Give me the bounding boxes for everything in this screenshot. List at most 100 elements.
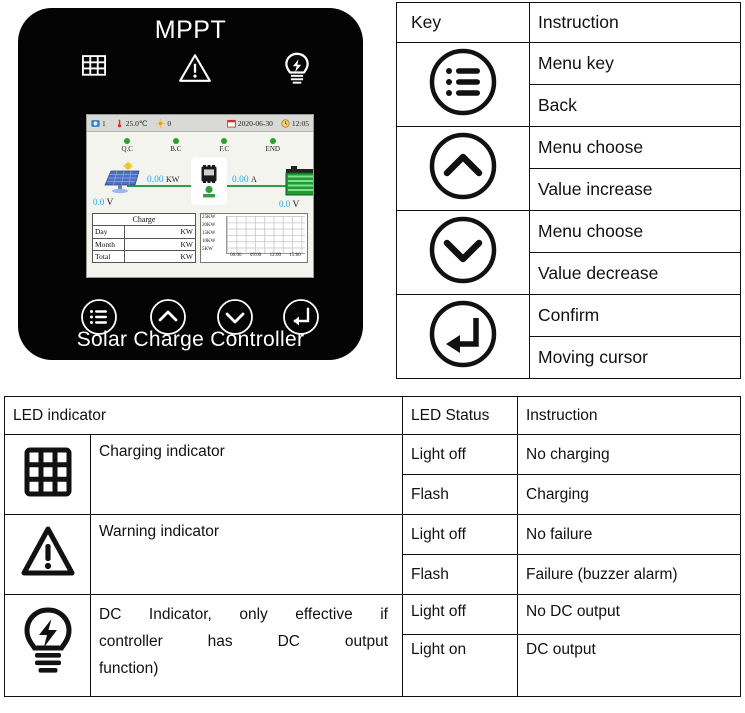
charge-day-value: KW [124, 225, 196, 239]
stage-label-end: END [265, 145, 280, 153]
led-description-dc: DC Indicator, only effective if controll… [90, 594, 403, 697]
table-row: Warning indicator Light off No failure [4, 514, 741, 595]
led-table-header-indicator: LED indicator [4, 396, 403, 435]
table-row: LED indicator LED Status Instruction [4, 396, 741, 435]
led-instruction-no-dc-output: No DC output [517, 594, 741, 635]
device-caption: Solar Charge Controller [76, 328, 305, 351]
led-instruction-no-charging: No charging [517, 434, 741, 475]
battery-current-value: 0.00 [232, 175, 249, 185]
menu-key-icon [396, 42, 530, 127]
table-row: Menu choose [396, 126, 741, 211]
charge-stage-fc: F.C [200, 138, 249, 153]
chart-xtick: 15:00 [289, 253, 301, 258]
charge-summary-table: Charge Day KW Month KW Total KW [92, 212, 196, 264]
table-row: Month KW [92, 237, 196, 251]
page-root: MPPT 1 25.0℃ 0 2020-06-30 12:05 Q.C B.C … [0, 0, 745, 713]
led-description-dc-line2: controller has DC output [99, 633, 388, 651]
device-title: MPPT [154, 16, 227, 44]
pv-voltage-value: 0.0 [93, 197, 105, 207]
key-instruction-value-decrease: Value decrease [529, 252, 741, 295]
controller-chip-icon [191, 157, 227, 205]
dc-bulb-icon [4, 594, 91, 697]
led-status-charging-off: Light off [402, 434, 518, 475]
table-row: Charging indicator Light off No charging [4, 434, 741, 515]
irradiance-value: 0 [167, 118, 172, 128]
chart-plot-area [226, 216, 305, 254]
warning-triangle-icon [178, 52, 212, 89]
time-value: 12:05 [291, 118, 309, 128]
key-table-header-key: Key [396, 2, 530, 43]
chart-xtick: 12:00 [269, 253, 282, 258]
key-instruction-menu-choose-down: Menu choose [529, 210, 741, 253]
charging-grid-icon [4, 434, 91, 515]
pv-voltage-unit: V [106, 198, 114, 208]
table-row: DC Indicator, only effective if controll… [4, 594, 741, 697]
key-instruction-back: Back [529, 84, 741, 127]
time-group: 12:05 [281, 119, 309, 128]
up-key-icon [396, 126, 530, 211]
stage-label-fc: F.C [219, 145, 230, 153]
charge-table-title: Charge [92, 212, 196, 227]
table-row: Day KW [92, 225, 196, 239]
charge-stage-end: END [249, 138, 298, 153]
enter-key-icon [396, 294, 530, 379]
chart-y-axis: 25KW 20KW 15KW 10KW 5KW [202, 215, 226, 253]
led-instruction-failure: Failure (buzzer alarm) [517, 554, 741, 595]
chart-ytick: 10KW [202, 239, 216, 244]
led-description-charging: Charging indicator [90, 434, 403, 515]
battery-voltage-value: 0.0 [279, 199, 291, 209]
pv-power-unit: KW [166, 175, 180, 184]
warning-triangle-icon [4, 514, 91, 595]
battery-voltage-readout: 0.0 V [279, 199, 299, 210]
battery-current-readout: 0.00 A [232, 175, 257, 185]
led-instruction-dc-output: DC output [517, 634, 741, 697]
battery-voltage-unit: V [292, 200, 300, 210]
stage-led-qc [124, 138, 131, 144]
chart-xtick: 09:00 [249, 253, 262, 258]
key-table-header-instruction: Instruction [529, 2, 741, 43]
led-status-charging-flash: Flash [402, 474, 518, 515]
charge-stage-row: Q.C B.C F.C END [87, 138, 313, 153]
led-instruction-no-failure: No failure [517, 514, 741, 555]
stage-label-qc: Q.C [121, 145, 133, 153]
pv-power-value: 0.00 [147, 175, 164, 185]
energy-flow-diagram: 0.0 V 0.00 KW 0.00 A 0.0 V [87, 157, 313, 211]
table-row: Confirm [396, 294, 741, 379]
charge-month-value: KW [124, 237, 196, 251]
charging-grid-icon [80, 52, 108, 85]
lcd-bottom-panel: Charge Day KW Month KW Total KW 25KW 20K… [92, 212, 308, 264]
device-led-indicator-row [18, 52, 363, 94]
temperature-group: 25.0℃ [115, 118, 148, 128]
charge-total-value: KW [124, 249, 196, 264]
key-instruction-moving-cursor: Moving cursor [529, 336, 741, 379]
led-description-dc-line3: function) [99, 660, 159, 678]
chart-xtick: 06:00 [230, 253, 242, 258]
table-row: Menu choose [396, 210, 741, 295]
mppt-controller-device: MPPT 1 25.0℃ 0 2020-06-30 12:05 Q.C B.C … [18, 8, 363, 360]
charge-stage-bc: B.C [152, 138, 201, 153]
led-description-warning: Warning indicator [90, 514, 403, 595]
battery-current-unit: A [251, 175, 257, 184]
table-row: Total KW [92, 249, 196, 264]
chart-ytick: 25KW [202, 215, 216, 220]
led-status-dc-on: Light on [402, 634, 518, 697]
chart-ytick: 15KW [202, 231, 216, 236]
led-table-header-status: LED Status [402, 396, 518, 435]
device-id-icon [91, 119, 100, 128]
pv-power-readout: 0.00 KW [147, 175, 179, 185]
led-description-dc-line1: DC Indicator, only effective if [99, 606, 388, 623]
device-id-group: 1 [91, 119, 106, 128]
key-instruction-menu-choose-up: Menu choose [529, 126, 741, 169]
led-instruction-charging: Charging [517, 474, 741, 515]
device-id-value: 1 [102, 118, 106, 128]
chart-ytick: 5KW [202, 247, 213, 252]
thermometer-icon [115, 119, 124, 128]
solar-panel-icon [95, 161, 147, 200]
temperature-value: 25.0℃ [125, 118, 148, 128]
charge-stage-qc: Q.C [103, 138, 152, 153]
sun-icon [156, 118, 165, 128]
calendar-icon [227, 119, 236, 128]
date-group: 2020-06-30 [227, 119, 273, 128]
dc-bulb-icon [282, 52, 312, 91]
irradiance-group: 0 [156, 119, 171, 128]
